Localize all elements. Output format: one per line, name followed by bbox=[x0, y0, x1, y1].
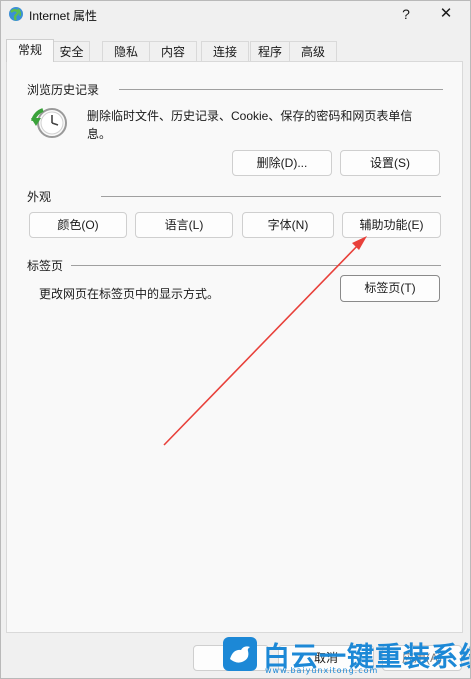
languages-button[interactable]: 语言(L) bbox=[135, 212, 233, 238]
window-title: Internet 属性 bbox=[29, 9, 98, 23]
bird-logo-icon bbox=[223, 637, 257, 671]
fonts-button[interactable]: 字体(N) bbox=[242, 212, 334, 238]
accessibility-button[interactable]: 辅助功能(E) bbox=[342, 212, 441, 238]
watermark-overlay: 白云一键重装系统 www.baiyunxitong.com bbox=[223, 633, 470, 678]
tabs-description: 更改网页在标签页中的显示方式。 bbox=[39, 287, 220, 301]
watermark-url: www.baiyunxitong.com bbox=[265, 666, 379, 675]
title-bar: Internet 属性 ? ✕ bbox=[1, 1, 470, 29]
tab-general[interactable]: 常规 bbox=[6, 39, 54, 62]
appearance-section-divider bbox=[101, 196, 441, 197]
history-description: 删除临时文件、历史记录、Cookie、保存的密码和网页表单信息。 bbox=[87, 109, 413, 141]
tab-connections[interactable]: 连接 bbox=[201, 41, 249, 61]
close-button[interactable]: ✕ bbox=[431, 2, 461, 26]
tab-security[interactable]: 安全 bbox=[53, 41, 90, 61]
tabs-section-divider bbox=[71, 265, 441, 266]
general-tab-panel bbox=[6, 61, 463, 633]
internet-properties-dialog: Internet 属性 ? ✕ 常规 安全 隐私 内容 连接 程序 高级 浏览历… bbox=[0, 0, 471, 679]
appearance-section-title: 外观 bbox=[27, 190, 52, 204]
tab-content[interactable]: 内容 bbox=[149, 41, 197, 61]
history-section-divider bbox=[119, 89, 443, 90]
tab-advanced[interactable]: 高级 bbox=[289, 41, 337, 61]
help-button[interactable]: ? bbox=[393, 2, 419, 26]
delete-history-button[interactable]: 删除(D)... bbox=[232, 150, 332, 176]
colors-button[interactable]: 颜色(O) bbox=[29, 212, 127, 238]
tab-privacy[interactable]: 隐私 bbox=[102, 41, 150, 61]
history-settings-button[interactable]: 设置(S) bbox=[340, 150, 440, 176]
tabs-section-title: 标签页 bbox=[27, 259, 64, 273]
history-clock-icon bbox=[31, 108, 67, 138]
history-section-title: 浏览历史记录 bbox=[27, 83, 100, 97]
internet-globe-icon bbox=[9, 7, 23, 21]
tabs-settings-button[interactable]: 标签页(T) bbox=[340, 275, 440, 302]
tab-programs[interactable]: 程序 bbox=[250, 41, 290, 61]
